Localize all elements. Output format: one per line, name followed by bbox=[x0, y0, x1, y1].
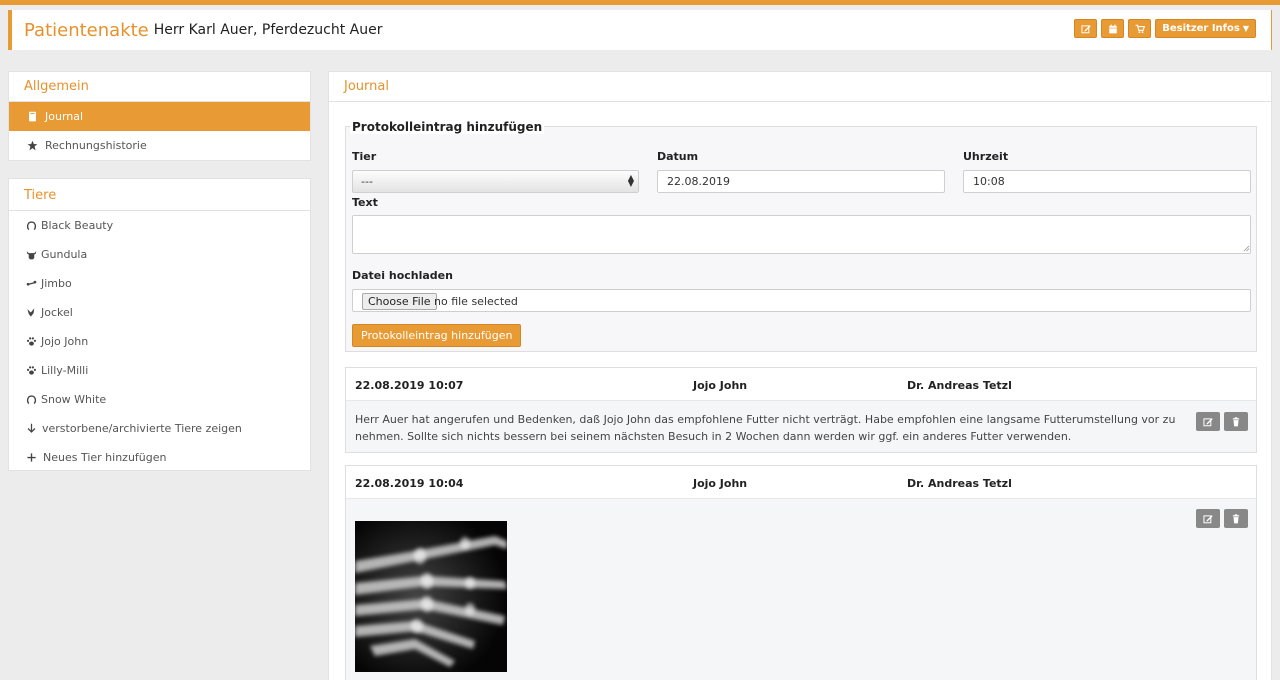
choose-file-button[interactable]: Choose File bbox=[362, 293, 437, 310]
select-arrows-icon: ▲ ▼ bbox=[627, 173, 634, 188]
sidebar-item-black-beauty[interactable]: Black Beauty bbox=[9, 211, 310, 240]
sidebar-item-jockel[interactable]: Jockel bbox=[9, 298, 310, 327]
delete-entry-button[interactable] bbox=[1224, 509, 1248, 528]
page-header: Patientenakte Herr Karl Auer, Pferdezuch… bbox=[8, 10, 1272, 50]
bone-icon bbox=[24, 277, 38, 291]
bird-icon bbox=[24, 306, 38, 320]
entry-doctor: Dr. Andreas Tetzl bbox=[907, 379, 1012, 392]
sidebar-item-label: Snow White bbox=[41, 393, 107, 406]
file-upload-field: Choose File no file selected bbox=[352, 289, 1251, 312]
text-area[interactable] bbox=[352, 215, 1251, 254]
paw-icon bbox=[24, 335, 38, 349]
upload-label: Datei hochladen bbox=[352, 269, 453, 282]
journal-entry: 22.08.2019 10:07 Jojo John Dr. Andreas T… bbox=[345, 367, 1257, 453]
text-label: Text bbox=[352, 196, 378, 209]
sidebar-item-lilly-milli[interactable]: Lilly-Milli bbox=[9, 356, 310, 385]
sidebar-item-label: Rechnungshistorie bbox=[45, 139, 147, 152]
animal-select[interactable]: --- ▲ ▼ bbox=[352, 170, 639, 193]
header-actions: Besitzer Infos ▼ bbox=[1074, 19, 1256, 38]
sidebar-animals-panel: Tiere Black Beauty Gundula Jimbo Jockel … bbox=[8, 178, 311, 471]
entry-animal: Jojo John bbox=[693, 477, 748, 490]
sidebar-general-heading: Allgemein bbox=[9, 72, 310, 102]
sidebar-item-jojo-john[interactable]: Jojo John bbox=[9, 327, 310, 356]
cart-icon bbox=[1135, 24, 1145, 33]
edit-icon bbox=[1203, 417, 1213, 426]
sidebar-item-snow-white[interactable]: Snow White bbox=[9, 385, 310, 414]
entry-datetime: 22.08.2019 10:04 bbox=[355, 477, 464, 490]
entry-animal: Jojo John bbox=[693, 379, 748, 392]
sidebar-general-panel: Allgemein Journal Rechnungshistorie bbox=[8, 71, 311, 161]
sidebar-item-label: Jimbo bbox=[41, 277, 72, 290]
sidebar-item-add-animal[interactable]: Neues Tier hinzufügen bbox=[9, 443, 310, 472]
horseshoe-icon bbox=[24, 219, 38, 233]
time-input[interactable]: 10:08 bbox=[963, 170, 1251, 193]
sidebar-item-label: Black Beauty bbox=[41, 219, 114, 232]
trash-icon bbox=[1232, 416, 1240, 426]
trash-icon bbox=[1232, 513, 1240, 523]
calendar-button[interactable] bbox=[1101, 19, 1125, 38]
add-entry-button[interactable]: Protokolleintrag hinzufügen bbox=[352, 324, 522, 347]
plus-icon bbox=[24, 451, 38, 465]
sidebar-item-jimbo[interactable]: Jimbo bbox=[9, 269, 310, 298]
xray-bones-graphic bbox=[355, 521, 507, 672]
sidebar-animals-heading: Tiere bbox=[9, 179, 310, 211]
paw-icon bbox=[24, 364, 38, 378]
xray-image[interactable] bbox=[355, 521, 507, 672]
date-label: Datum bbox=[657, 150, 699, 163]
sidebar-item-label: Neues Tier hinzufügen bbox=[43, 451, 167, 464]
star-icon bbox=[25, 139, 39, 153]
entry-header: 22.08.2019 10:04 Jojo John Dr. Andreas T… bbox=[346, 466, 1256, 499]
owner-info-dropdown[interactable]: Besitzer Infos ▼ bbox=[1155, 19, 1256, 38]
journal-panel: Journal Protokolleintrag hinzufügen Tier… bbox=[328, 71, 1272, 680]
animal-label: Tier bbox=[352, 150, 377, 163]
delete-entry-button[interactable] bbox=[1224, 412, 1248, 431]
book-icon bbox=[25, 110, 39, 124]
edit-owner-button[interactable] bbox=[1074, 19, 1098, 38]
horseshoe-icon bbox=[24, 393, 38, 407]
sidebar-item-label: verstorbene/archivierte Tiere zeigen bbox=[42, 422, 242, 435]
page-title: Patientenakte bbox=[24, 19, 149, 41]
edit-entry-button[interactable] bbox=[1196, 509, 1220, 528]
entry-header: 22.08.2019 10:07 Jojo John Dr. Andreas T… bbox=[346, 368, 1256, 401]
cow-icon bbox=[24, 248, 38, 262]
journal-heading: Journal bbox=[329, 72, 1271, 102]
cart-button[interactable] bbox=[1128, 19, 1152, 38]
sidebar-item-journal[interactable]: Journal bbox=[9, 102, 310, 131]
sidebar-item-label: Journal bbox=[45, 110, 84, 123]
calendar-icon bbox=[1109, 24, 1117, 33]
owner-name: Herr Karl Auer, Pferdezucht Auer bbox=[153, 22, 383, 38]
time-label: Uhrzeit bbox=[963, 150, 1009, 163]
sidebar-item-gundula[interactable]: Gundula bbox=[9, 240, 310, 269]
owner-info-label: Besitzer Infos bbox=[1162, 23, 1240, 34]
sidebar-item-label: Jockel bbox=[41, 306, 73, 319]
journal-entry: 22.08.2019 10:04 Jojo John Dr. Andreas T… bbox=[345, 465, 1257, 680]
chevron-down-icon: ▼ bbox=[1242, 24, 1249, 33]
file-status: no file selected bbox=[434, 295, 518, 308]
sidebar-item-rechnungshistorie[interactable]: Rechnungshistorie bbox=[9, 131, 310, 160]
edit-icon bbox=[1081, 24, 1091, 33]
animal-select-value: --- bbox=[361, 175, 373, 188]
sidebar-item-label: Jojo John bbox=[41, 335, 89, 348]
resize-handle-icon[interactable] bbox=[1243, 245, 1250, 252]
entry-datetime: 22.08.2019 10:07 bbox=[355, 379, 464, 392]
entry-doctor: Dr. Andreas Tetzl bbox=[907, 477, 1012, 490]
add-entry-form: Protokolleintrag hinzufügen Tier --- ▲ ▼ … bbox=[345, 120, 1257, 352]
edit-entry-button[interactable] bbox=[1196, 412, 1220, 431]
sidebar-item-show-archived[interactable]: verstorbene/archivierte Tiere zeigen bbox=[9, 414, 310, 443]
form-legend: Protokolleintrag hinzufügen bbox=[350, 120, 545, 134]
entry-text: Herr Auer hat angerufen und Bedenken, da… bbox=[355, 413, 1176, 443]
sidebar-item-label: Lilly-Milli bbox=[41, 364, 89, 377]
arrow-down-icon bbox=[24, 422, 38, 436]
edit-icon bbox=[1203, 514, 1213, 523]
sidebar-item-label: Gundula bbox=[41, 248, 88, 261]
date-input[interactable]: 22.08.2019 bbox=[657, 170, 945, 193]
